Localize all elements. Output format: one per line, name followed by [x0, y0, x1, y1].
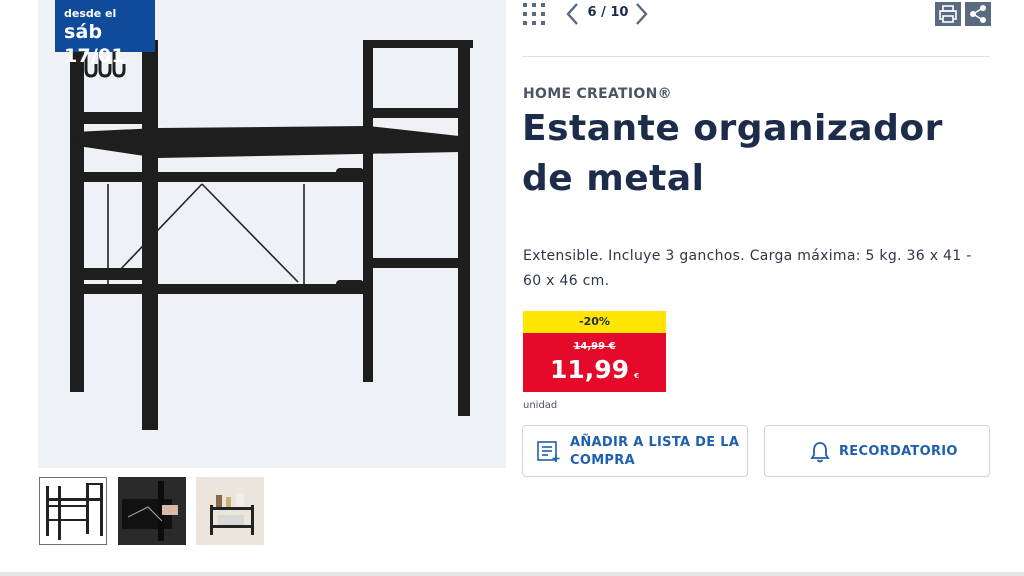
badge-line-1: desde el: [64, 7, 117, 20]
divider: [522, 56, 990, 57]
add-to-list-button[interactable]: AÑADIR A LISTA DE LA COMPRA: [522, 425, 748, 477]
current-price: 11,99: [549, 355, 630, 384]
product-title: Estante organizador de metal: [522, 108, 943, 199]
add-to-list-label: AÑADIR A LISTA DE LA COMPRA: [570, 435, 740, 468]
grid-icon[interactable]: [522, 2, 546, 26]
product-brand: HOME CREATION®: [523, 86, 672, 102]
product-description: Extensible. Incluye 3 ganchos. Carga máx…: [523, 248, 972, 289]
price-unit: unidad: [523, 400, 558, 411]
old-price: 14,99 €: [573, 341, 616, 352]
thumbnail-3[interactable]: [196, 477, 264, 545]
chevron-right-icon[interactable]: [631, 2, 651, 26]
product-image[interactable]: [38, 0, 506, 468]
reminder-button[interactable]: RECORDATORIO: [764, 425, 990, 477]
thumbnail-1[interactable]: [39, 477, 107, 545]
print-icon[interactable]: [935, 2, 961, 26]
availability-badge: desde el sáb 17/01: [55, 0, 155, 67]
reminder-label: RECORDATORIO: [839, 444, 958, 459]
currency-symbol: €: [634, 372, 640, 380]
chevron-left-icon[interactable]: [563, 2, 583, 26]
thumbnail-2[interactable]: [118, 477, 186, 545]
discount-badge: -20%: [523, 311, 666, 333]
bell-icon: [809, 440, 831, 464]
shelf-illustration: [70, 40, 473, 430]
image-pager: 6 / 10: [587, 5, 629, 20]
badge-line-2: sáb 17/01: [64, 21, 125, 67]
divider: [0, 572, 1024, 576]
price-box: 14,99 € 11,99 €: [523, 333, 666, 392]
list-add-icon: [537, 441, 561, 463]
share-icon[interactable]: [965, 2, 991, 26]
